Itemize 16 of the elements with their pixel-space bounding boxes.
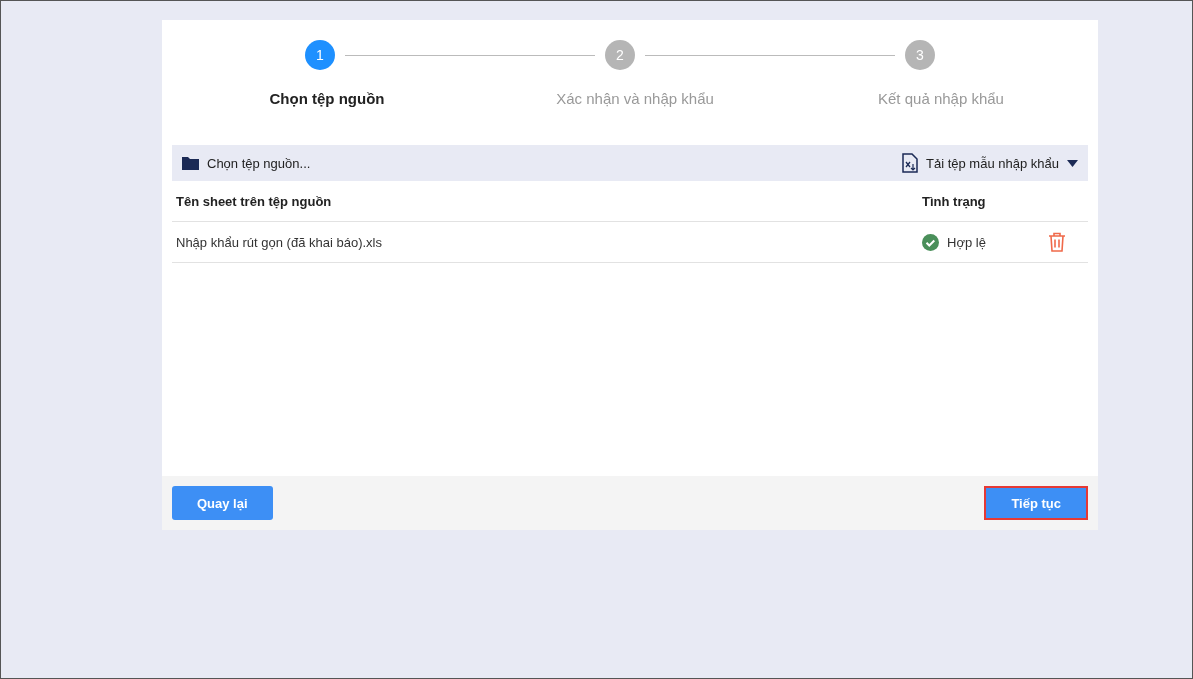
status-text: Hợp lệ — [947, 234, 986, 250]
choose-file-button[interactable]: Chọn tệp nguồn... — [182, 155, 311, 171]
download-template-button[interactable]: Tải tệp mẫu nhập khẩu — [902, 153, 1078, 173]
trash-icon[interactable] — [1048, 232, 1066, 252]
step-label: Xác nhận và nhập khẩu — [555, 90, 715, 109]
step-label: Chọn tệp nguồn — [268, 90, 386, 109]
step-label: Kết quả nhập khẩu — [877, 90, 1005, 109]
column-header: Tình trạng — [922, 193, 987, 209]
excel-file-icon — [902, 153, 918, 173]
folder-icon — [182, 156, 199, 170]
step-number: 1 — [305, 40, 335, 70]
column-header: Tên sheet trên tệp nguồn — [176, 193, 333, 209]
caret-icon — [1067, 159, 1078, 167]
step-number: 2 — [605, 40, 635, 70]
step-number: 3 — [905, 40, 935, 70]
table-cell-text: Nhập khẩu rút gọn (đã khai báo).xls — [176, 234, 383, 250]
